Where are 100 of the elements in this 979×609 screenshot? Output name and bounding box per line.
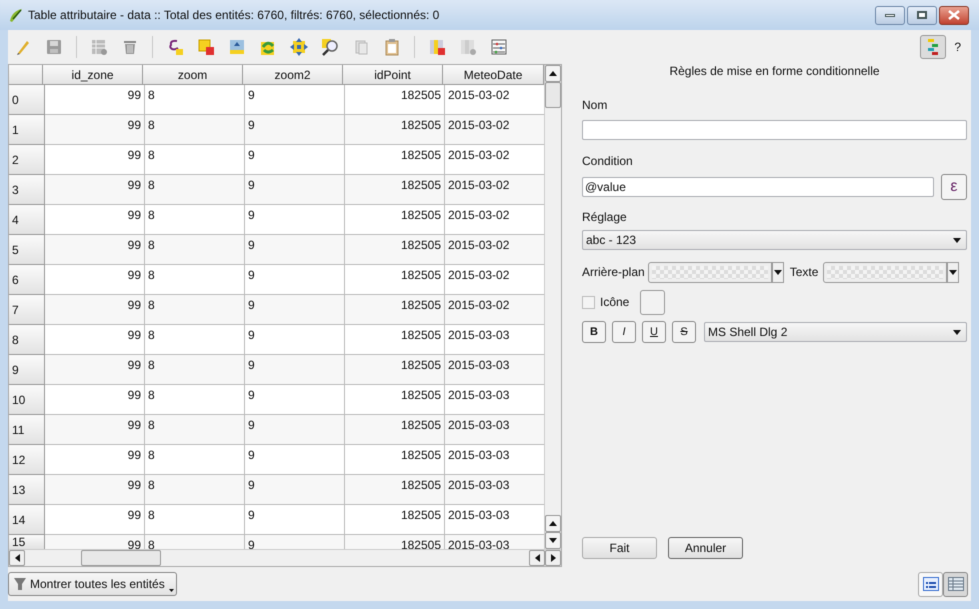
clipboard-icon[interactable] xyxy=(383,38,401,56)
text-style-button[interactable]: B xyxy=(582,321,606,343)
color-dropdown-button[interactable] xyxy=(947,262,960,282)
table-cell: 9 xyxy=(248,388,255,402)
table-cell: 9 xyxy=(248,238,255,252)
table-icon[interactable] xyxy=(90,38,108,56)
font-dropdown[interactable]: MS Shell Dlg 2 xyxy=(704,322,967,342)
table-cell: 99 xyxy=(128,388,141,402)
condition-field[interactable]: @value xyxy=(582,177,934,197)
icon-picker-button[interactable] xyxy=(640,290,666,314)
row-header[interactable]: 3 xyxy=(9,175,45,205)
row-header[interactable]: 10 xyxy=(9,385,45,415)
rules-icon xyxy=(926,38,940,56)
table-cell: 182505 xyxy=(400,388,441,402)
column-header[interactable]: zoom2 xyxy=(243,65,344,85)
table-cell: 2015-03-03 xyxy=(448,418,510,432)
table-cell: 99 xyxy=(128,88,141,102)
table-cell: 2015-03-03 xyxy=(448,508,510,522)
table-cell: 8 xyxy=(148,418,155,432)
table-cell: 99 xyxy=(128,118,141,132)
row-header[interactable]: 12 xyxy=(9,445,45,475)
name-field[interactable] xyxy=(582,120,967,140)
minimize-button[interactable] xyxy=(875,6,905,24)
table-icon xyxy=(948,577,964,591)
scroll-left-button[interactable] xyxy=(529,550,545,566)
form-view-button[interactable] xyxy=(918,572,943,596)
table-cell: 99 xyxy=(128,538,141,549)
deselect-icon[interactable] xyxy=(197,38,215,56)
column-header[interactable]: zoom xyxy=(143,65,244,85)
scroll-left-button[interactable] xyxy=(9,550,25,566)
pan-icon[interactable] xyxy=(290,38,308,56)
table-cell: 8 xyxy=(148,538,155,549)
table-cell: 9 xyxy=(248,208,255,222)
app-logo-icon xyxy=(8,7,24,23)
table-cell: 2015-03-03 xyxy=(448,538,510,549)
text-style-button[interactable]: U xyxy=(642,321,666,343)
table-view-button[interactable] xyxy=(943,572,968,596)
row-header[interactable]: 11 xyxy=(9,415,45,445)
table-cell: 8 xyxy=(148,478,155,492)
row-header[interactable]: 8 xyxy=(9,325,45,355)
row-header[interactable]: 9 xyxy=(9,355,45,385)
color-dropdown-button[interactable] xyxy=(772,262,784,282)
scroll-up-button[interactable] xyxy=(545,65,561,82)
table-cell: 182505 xyxy=(400,328,441,342)
table-cell: 9 xyxy=(248,538,255,549)
table-cell: 99 xyxy=(128,418,141,432)
row-header[interactable]: 13 xyxy=(9,475,45,505)
filter-button[interactable]: Montrer toutes les entités xyxy=(8,572,177,596)
text-style-button[interactable]: I xyxy=(612,321,636,343)
row-header[interactable]: 0 xyxy=(9,85,45,115)
row-header[interactable]: 14 xyxy=(9,505,45,535)
trash-icon[interactable] xyxy=(121,38,139,56)
save-icon[interactable] xyxy=(45,38,63,56)
delete-column-icon[interactable] xyxy=(428,38,446,56)
row-header[interactable]: 2 xyxy=(9,145,45,175)
table-cell: 2015-03-03 xyxy=(448,328,510,342)
list-icon xyxy=(922,577,938,591)
row-header[interactable]: 1 xyxy=(9,115,45,145)
preset-dropdown[interactable]: abc - 123 xyxy=(582,230,967,250)
close-icon xyxy=(948,10,960,20)
scroll-down-button[interactable] xyxy=(545,532,561,549)
left-arrow-icon xyxy=(534,554,540,562)
dialog-button[interactable]: Fait xyxy=(582,537,657,559)
close-button[interactable] xyxy=(939,6,969,24)
table-cell: 8 xyxy=(148,118,155,132)
scroll-right-button[interactable] xyxy=(545,550,561,566)
move-selection-icon[interactable] xyxy=(228,38,246,56)
table-cell: 182505 xyxy=(400,238,441,252)
table-cell: 8 xyxy=(148,358,155,372)
background-color-button[interactable] xyxy=(648,262,772,282)
column-header[interactable]: idPoint xyxy=(343,65,444,85)
row-header[interactable]: 7 xyxy=(9,295,45,325)
table-cell: 182505 xyxy=(400,538,441,549)
table-cell: 2015-03-02 xyxy=(448,118,510,132)
scroll-thumb[interactable] xyxy=(81,550,161,566)
scroll-thumb[interactable] xyxy=(545,82,561,108)
table-cell: 8 xyxy=(148,298,155,312)
row-header[interactable]: 5 xyxy=(9,235,45,265)
maximize-button[interactable] xyxy=(907,6,937,24)
table-cell: 9 xyxy=(248,88,255,102)
conditional-formatting-button[interactable] xyxy=(920,35,946,59)
row-header[interactable]: 6 xyxy=(9,265,45,295)
text-color-button[interactable] xyxy=(823,262,948,282)
dialog-button[interactable]: Annuler xyxy=(668,537,743,559)
field-label: Réglage xyxy=(582,209,627,226)
help-text[interactable]: ? xyxy=(954,38,961,56)
expression-button[interactable]: ε xyxy=(941,174,967,200)
scroll-up-button[interactable] xyxy=(545,515,561,532)
column-header[interactable]: id_zone xyxy=(43,65,144,85)
text-style-button[interactable]: S xyxy=(672,321,696,343)
table-cell: 9 xyxy=(248,118,255,132)
table-cell: 2015-03-02 xyxy=(448,238,510,252)
table-cell: 2015-03-03 xyxy=(448,478,510,492)
calculator-icon[interactable] xyxy=(490,38,508,56)
zoom-icon[interactable] xyxy=(321,38,339,56)
row-header[interactable]: 15 xyxy=(9,535,45,549)
table-cell: 9 xyxy=(248,328,255,342)
icon-checkbox[interactable] xyxy=(582,296,595,308)
row-header[interactable]: 4 xyxy=(9,205,45,235)
column-header[interactable]: MeteoDate xyxy=(443,65,544,85)
